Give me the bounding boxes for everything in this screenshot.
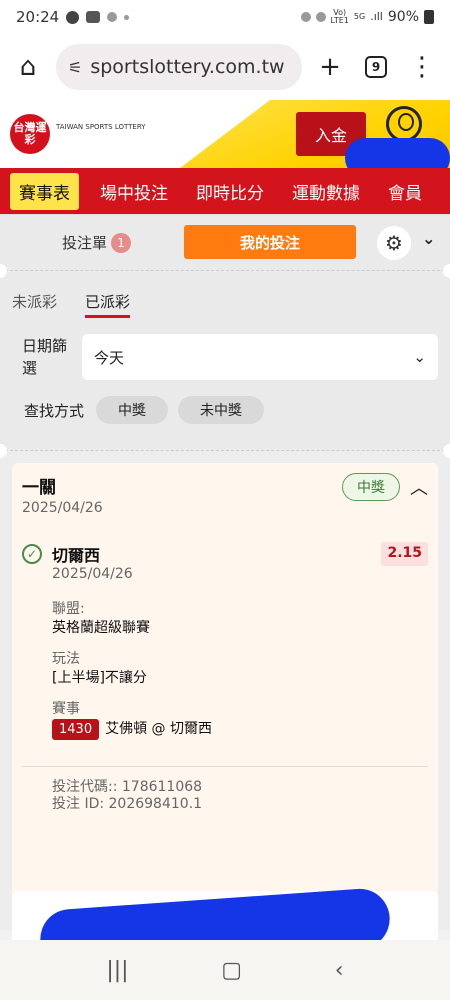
system-nav-bar: ||| ▢ ‹ <box>0 940 450 1000</box>
nav-item-live-betting[interactable]: 場中投注 <box>85 179 181 204</box>
bet-slip-label: 投注單 <box>62 234 108 252</box>
home-button-icon[interactable]: ▢ <box>221 958 242 983</box>
ticket-notch <box>443 264 450 278</box>
bet-list: 一關 2025/04/26 中獎 ︿ ✓ 切爾西 2025/04/26 聯盟: … <box>0 444 450 972</box>
tab-unsettled[interactable]: 未派彩 <box>12 291 57 318</box>
site-logo[interactable]: 台灣運彩 <box>10 114 50 154</box>
filter-panel: 未派彩 已派彩 日期篩選 今天 ⌄ 查找方式 中獎 未中獎 <box>0 264 450 450</box>
site-header: 台灣運彩 TAIWAN SPORTS LOTTERY 入金 <box>0 100 450 168</box>
event-value: 1430 艾佛頓 @ 切爾西 <box>52 719 371 740</box>
league-label: 聯盟: <box>52 601 85 617</box>
new-tab-icon[interactable]: + <box>312 49 348 85</box>
recent-apps-icon[interactable]: ||| <box>106 958 128 983</box>
bet-slip-header: 投注單 1 我的投注 ⚙ ⌄ <box>0 214 450 270</box>
status-time: 20:24 <box>16 8 60 26</box>
volte-icon: Vo) LTE1 <box>330 8 349 25</box>
date-filter-row: 日期篩選 今天 ⌄ <box>12 334 438 380</box>
event-label: 賽事 <box>52 701 80 717</box>
play-label: 玩法 <box>52 651 80 667</box>
back-icon[interactable]: ‹ <box>335 958 344 983</box>
logo-subtitle: TAIWAN SPORTS LOTTERY <box>56 123 146 131</box>
bet-slip-tab[interactable]: 投注單 1 <box>62 232 132 253</box>
site-settings-icon[interactable]: ⚟ <box>68 58 82 77</box>
main-nav: 賽事表 場中投注 即時比分 運動數據 會員 <box>0 168 450 214</box>
nav-item-live-score[interactable]: 即時比分 <box>181 179 277 204</box>
settlement-tabs: 未派彩 已派彩 <box>12 291 438 318</box>
url-text: sportslottery.com.tw <box>90 56 285 78</box>
more-menu-icon[interactable]: ⋮ <box>404 49 440 85</box>
status-bar: 20:24 Vo) LTE1 5G .ıll 90% <box>0 0 450 34</box>
search-mode-label: 查找方式 <box>24 401 85 420</box>
nav-item-member[interactable]: 會員 <box>373 179 435 204</box>
search-mode-row: 查找方式 中獎 未中獎 <box>12 396 438 424</box>
signal-icon: .ıll <box>370 10 383 23</box>
bet-id: 投注 ID: 202698410.1 <box>52 796 203 812</box>
tab-count: 9 <box>365 56 387 78</box>
bet-slip-count: 1 <box>111 232 132 253</box>
address-bar[interactable]: ⚟ sportslottery.com.tw <box>56 44 302 90</box>
bet-result-badge: 中獎 <box>342 473 400 501</box>
mute-icon <box>315 12 326 22</box>
ticket-notch <box>443 444 450 458</box>
selection-row: ✓ 切爾西 2025/04/26 聯盟: 英格蘭超級聯賽 玩法 [上半場]不讓分… <box>22 542 428 752</box>
app-notification-icon <box>86 11 101 23</box>
selection-name: 切爾西 <box>52 546 101 565</box>
redaction-mark <box>345 138 450 168</box>
chevron-down-icon: ⌄ <box>413 348 426 366</box>
bet-type: 一關 <box>22 478 56 498</box>
notification-icon <box>107 12 118 22</box>
more-dot-icon <box>124 14 130 20</box>
selection-date: 2025/04/26 <box>52 566 133 582</box>
nav-item-schedule[interactable]: 賽事表 <box>10 172 79 210</box>
bet-codes: 投注代碼:: 178611068 投注 ID: 202698410.1 <box>22 779 428 813</box>
check-icon: ✓ <box>22 544 42 564</box>
tabs-button[interactable]: 9 <box>358 49 394 85</box>
chevron-down-icon[interactable]: ⌄ <box>422 229 435 248</box>
soccer-icon <box>66 10 80 24</box>
play-value: [上半場]不讓分 <box>52 670 147 686</box>
filter-won-button[interactable]: 中獎 <box>96 396 169 424</box>
odds-badge: 2.15 <box>381 542 428 566</box>
date-filter-select[interactable]: 今天 ⌄ <box>82 334 438 380</box>
chevron-up-icon[interactable]: ︿ <box>410 474 428 500</box>
my-bets-button[interactable]: 我的投注 <box>184 225 356 259</box>
bet-date: 2025/04/26 <box>22 500 103 516</box>
alarm-icon <box>300 12 311 22</box>
event-name: 艾佛頓 @ 切爾西 <box>105 721 212 737</box>
gear-icon[interactable]: ⚙ <box>377 226 411 260</box>
network-label: 5G <box>353 12 366 21</box>
nav-item-sports-data[interactable]: 運動數據 <box>277 179 373 204</box>
filter-lost-button[interactable]: 未中獎 <box>178 396 265 424</box>
date-filter-label: 日期篩選 <box>22 337 68 377</box>
bet-card: 一關 2025/04/26 中獎 ︿ ✓ 切爾西 2025/04/26 聯盟: … <box>12 463 438 930</box>
home-icon[interactable]: ⌂ <box>10 49 46 85</box>
tab-settled[interactable]: 已派彩 <box>85 291 131 318</box>
divider <box>22 766 428 767</box>
date-filter-value: 今天 <box>94 348 125 367</box>
battery-percent: 90% <box>387 9 419 25</box>
browser-toolbar: ⌂ ⚟ sportslottery.com.tw + 9 ⋮ <box>0 34 450 100</box>
event-id-badge: 1430 <box>52 719 100 740</box>
league-value: 英格蘭超級聯賽 <box>52 620 150 636</box>
bet-code: 投注代碼:: 178611068 <box>52 779 203 795</box>
user-avatar-icon[interactable] <box>386 106 422 142</box>
battery-icon <box>424 10 434 24</box>
